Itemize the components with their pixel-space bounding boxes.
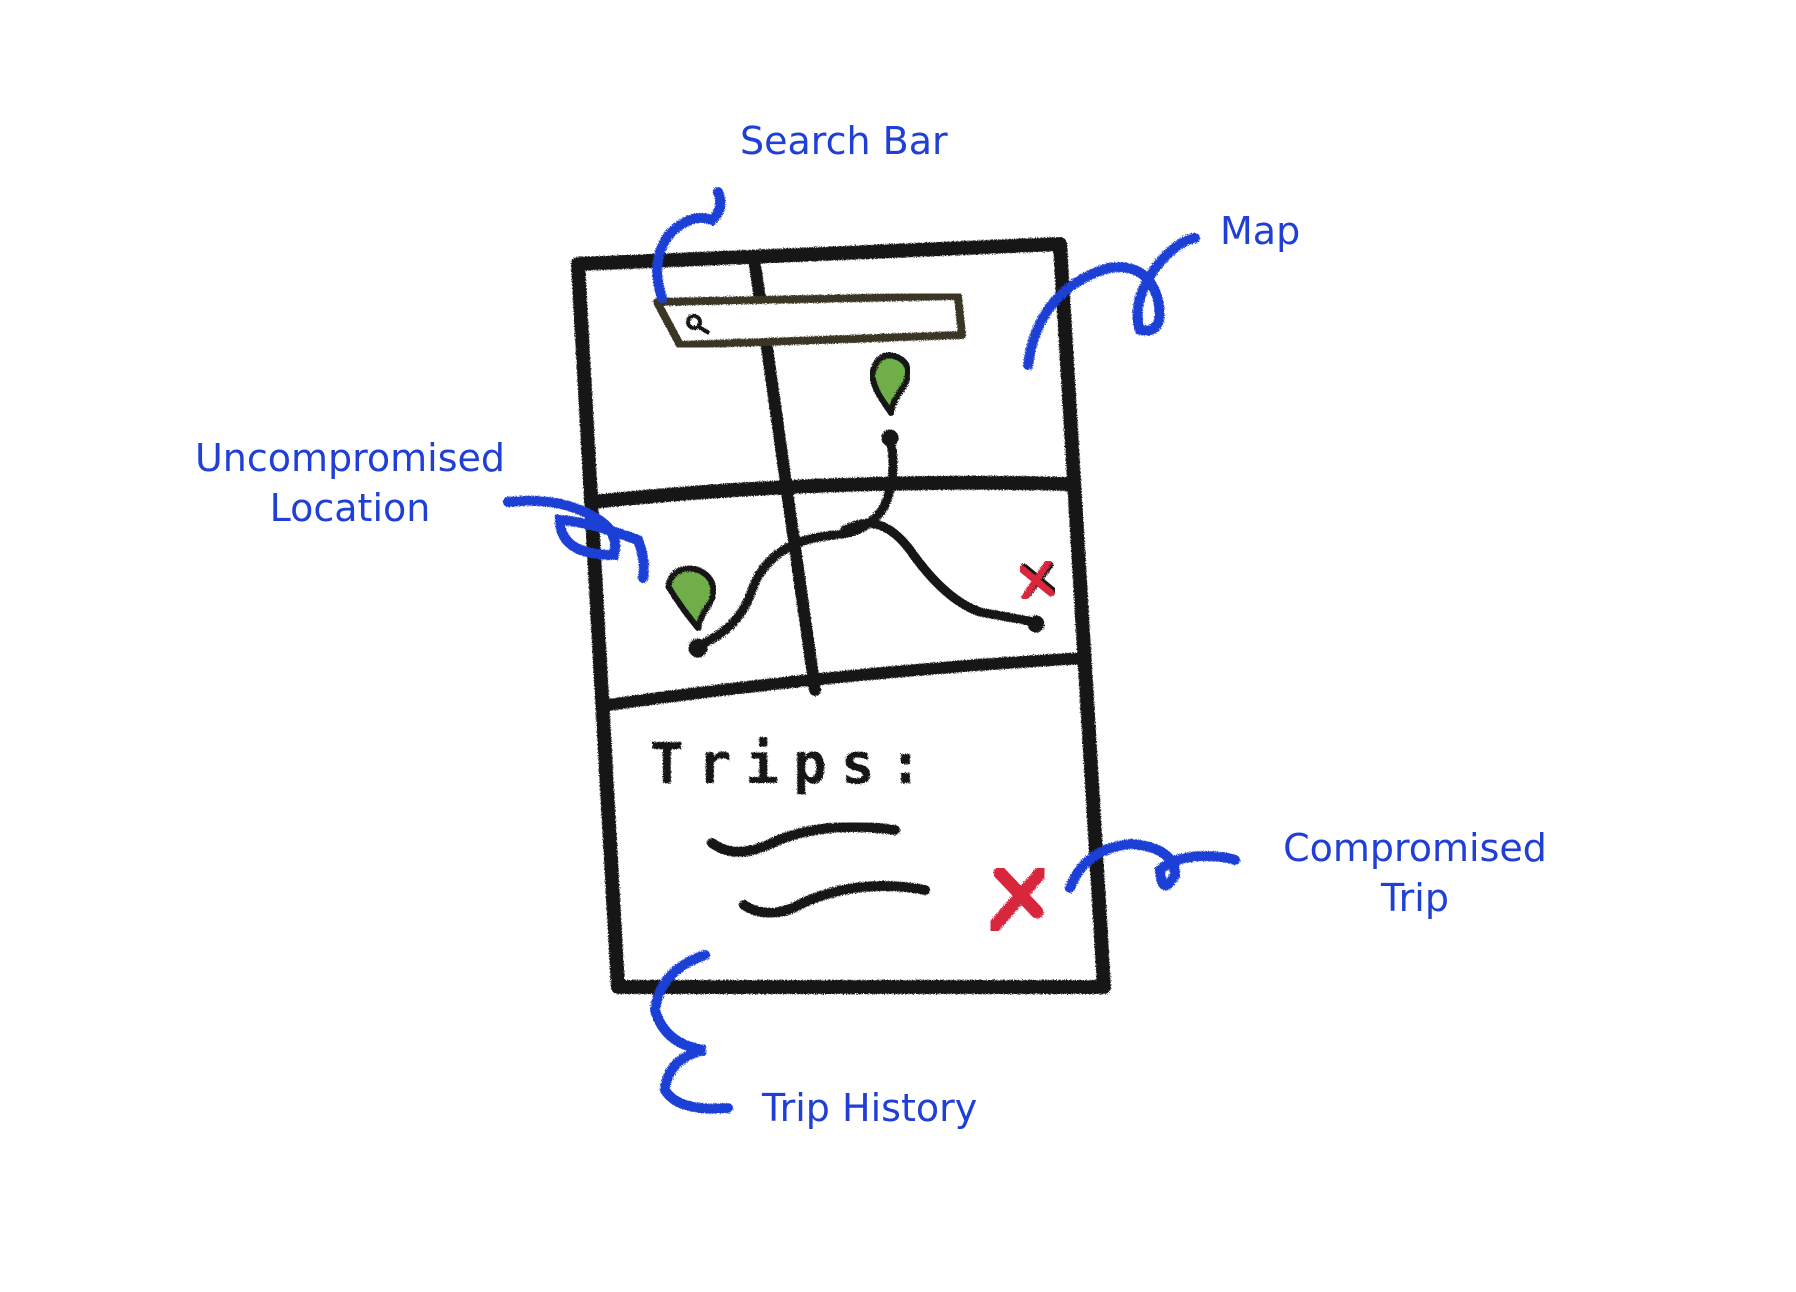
route-dot-left <box>688 638 708 658</box>
trips-heading: Trips: <box>650 732 936 797</box>
location-pin-icon <box>869 352 912 416</box>
trip-list-item[interactable] <box>739 881 930 918</box>
trip-list-item[interactable] <box>707 822 900 857</box>
search-bar[interactable] <box>653 292 966 349</box>
annotation-uncompromised-location: Uncompromised Location <box>180 433 520 533</box>
arrow-trip-history <box>649 950 733 1114</box>
map-road-horizontal-1 <box>585 475 1077 509</box>
route-dot-right <box>1027 615 1045 633</box>
annotation-search-bar: Search Bar <box>740 119 948 163</box>
annotation-compromised-trip-line2: Trip <box>1381 876 1449 920</box>
arrow-map <box>1023 233 1200 370</box>
arrow-uncompromised-location <box>503 495 649 583</box>
map-road-horizontal-2 <box>602 652 1091 711</box>
annotation-trip-history: Trip History <box>762 1086 978 1130</box>
route-line <box>695 435 1040 650</box>
annotation-map: Map <box>1220 209 1301 253</box>
route-dot-top <box>881 429 899 447</box>
arrow-search-bar <box>652 187 726 303</box>
annotation-uncompromised-location-line1: Uncompromised <box>194 436 506 480</box>
annotation-compromised-trip-line1: Compromised <box>1283 826 1547 870</box>
trip-history-panel: Trips: <box>650 732 1049 935</box>
x-mark-icon <box>986 864 1049 935</box>
annotation-compromised-trip: Compromised Trip <box>1270 823 1560 923</box>
x-mark-icon <box>1018 559 1057 601</box>
annotation-uncompromised-location-line2: Location <box>269 486 431 530</box>
location-pin-icon <box>665 565 717 631</box>
